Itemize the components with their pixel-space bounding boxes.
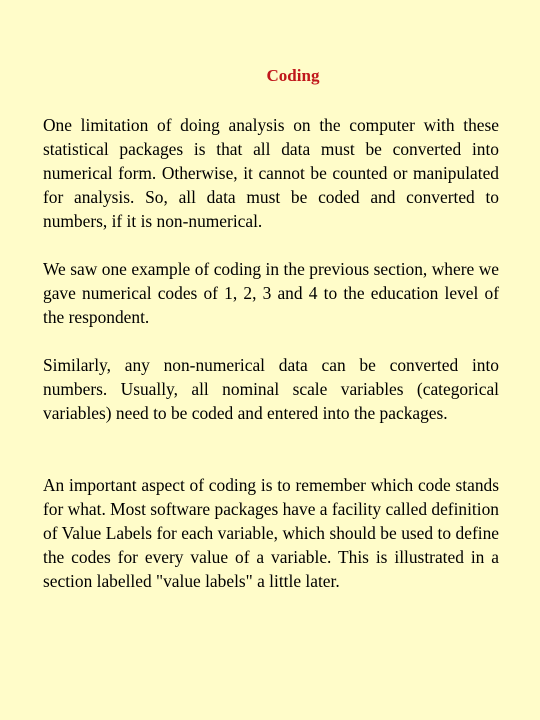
paragraph-limitation: One limitation of doing analysis on the … [43, 115, 499, 231]
paragraph-nominal-variables: Similarly, any non-numerical data can be… [43, 355, 499, 423]
paragraph-example: We saw one example of coding in the prev… [43, 259, 499, 327]
paragraph-value-labels: An important aspect of coding is to reme… [43, 475, 499, 591]
page-title: Coding [266, 66, 320, 85]
